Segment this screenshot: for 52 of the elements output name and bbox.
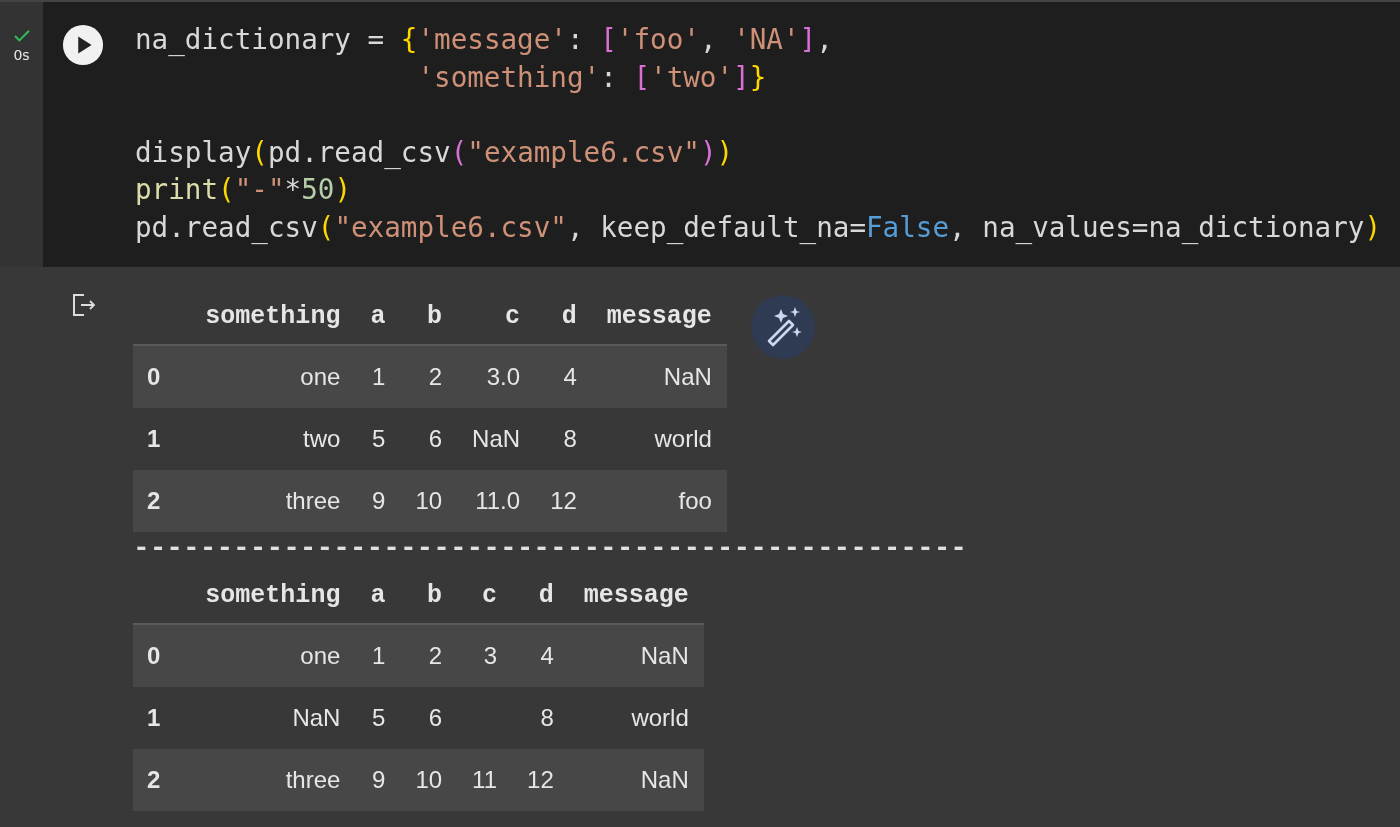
table-cell: NaN: [457, 408, 536, 470]
table-cell: NaN: [568, 624, 704, 687]
code-line: 'something': ['two']}: [417, 59, 767, 96]
table-cell: 11.0: [457, 470, 536, 532]
table-cell: 10: [400, 470, 458, 532]
row-index: 0: [133, 345, 191, 408]
table-cell: 9: [355, 470, 401, 532]
table-cell: one: [190, 624, 356, 687]
table-cell: three: [190, 470, 356, 532]
table-cell: 3: [457, 624, 513, 687]
table-cell: 5: [355, 687, 401, 749]
run-button[interactable]: [62, 24, 104, 66]
table-cell: 6: [400, 687, 458, 749]
table-cell: 12: [535, 470, 592, 532]
table-cell: 10: [400, 749, 458, 811]
table-cell: 3.0: [457, 345, 536, 408]
printed-output: --------------------------------------------------: [133, 532, 968, 566]
table-cell: 11: [457, 749, 513, 811]
table-cell: 2: [400, 624, 458, 687]
row-index: 2: [133, 470, 191, 532]
magic-wand-button[interactable]: [750, 295, 815, 359]
table-cell: NaN: [190, 687, 356, 749]
table-cell: 6: [400, 408, 458, 470]
table-cell: 4: [512, 624, 569, 687]
table-cell: 2: [400, 345, 458, 408]
table-cell: world: [591, 408, 727, 470]
table-cell: 9: [355, 749, 401, 811]
code-line: na_dictionary = {'message': ['foo', 'NA'],: [135, 22, 833, 58]
table-cell: 12: [512, 749, 569, 811]
table-cell: 5: [355, 408, 401, 470]
code-line: print("-"*50): [135, 172, 352, 209]
table-cell: 1: [355, 624, 401, 687]
table-cell: NaN: [568, 749, 704, 811]
table-cell: 8: [512, 687, 569, 749]
table-cell: world: [568, 687, 704, 749]
row-index: 1: [133, 408, 191, 470]
table-cell: two: [190, 408, 356, 470]
table-cell: three: [190, 749, 356, 811]
row-index: 2: [133, 749, 191, 811]
row-index: 1: [133, 687, 191, 749]
table-cell: foo: [591, 470, 727, 532]
table-cell: NaN: [591, 345, 727, 408]
table-cell: 8: [535, 408, 592, 470]
code-line: pd.read_csv("example6.csv", keep_default_na=False, na_values=na_dictionary): [135, 209, 1382, 246]
table-cell: 4: [535, 345, 592, 408]
table-cell: 1: [355, 345, 401, 408]
output-icon[interactable]: [72, 293, 98, 317]
run-time: 0s: [13, 47, 30, 63]
code-line: display(pd.read_csv("example6.csv")): [135, 134, 734, 171]
table-cell: one: [190, 345, 356, 408]
code-editor[interactable]: na_dictionary = {'message': ['foo', 'NA'], 'something': ['two']} display(pd.read_csv("example6.csv")) print("-"*50) pd.read_csv("example6.csv", keep_default_na=False, na_values=na_dictionary): [43, 2, 1400, 267]
row-index: 0: [133, 624, 191, 687]
